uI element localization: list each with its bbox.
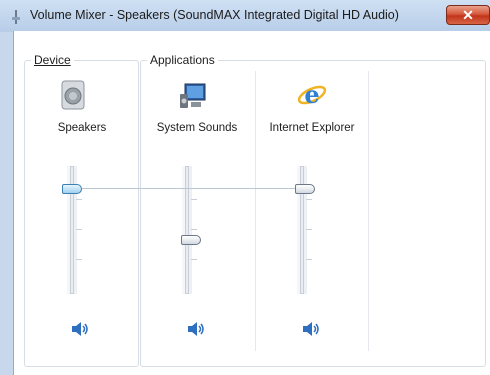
slider-tick	[306, 229, 312, 230]
mute-system-sounds-icon[interactable]	[186, 321, 206, 337]
channel-label-internet-explorer: Internet Explorer	[269, 122, 355, 134]
applications-group-label: Applications	[147, 53, 218, 67]
slider-tick	[306, 199, 312, 200]
volume-mixer-app-icon	[12, 10, 20, 24]
svg-text:e: e	[304, 80, 319, 109]
channel-label-system-sounds: System Sounds	[156, 122, 238, 134]
slider-tick	[76, 259, 82, 260]
volume-track-system-sounds[interactable]	[185, 166, 189, 294]
speaker-device-icon	[61, 80, 85, 110]
title-bar[interactable]: Volume Mixer - Speakers (SoundMAX Integr…	[0, 0, 490, 32]
column-separator	[368, 71, 369, 351]
volume-slider-thumb-internet-explorer[interactable]	[295, 184, 315, 195]
column-separator	[255, 71, 256, 351]
slider-tick	[306, 259, 312, 260]
mute-internet-explorer-icon[interactable]	[301, 321, 321, 337]
channel-label-speakers: Speakers	[57, 122, 107, 134]
close-button[interactable]: ✕	[446, 5, 490, 25]
window-title: Volume Mixer - Speakers (SoundMAX Integr…	[30, 8, 399, 22]
slider-tick	[191, 259, 197, 260]
mute-speakers-icon[interactable]	[70, 321, 90, 337]
device-group-label: Device	[31, 53, 74, 67]
internet-explorer-icon: e	[297, 80, 327, 109]
volume-slider-thumb-system-sounds[interactable]	[181, 235, 201, 246]
mixer-client-area: Device Applications e Speakers System So…	[13, 31, 490, 375]
slider-tick	[191, 229, 197, 230]
slider-tick	[191, 199, 197, 200]
system-sounds-icon	[180, 83, 206, 108]
slider-tick	[76, 199, 82, 200]
volume-mixer-window: Volume Mixer - Speakers (SoundMAX Integr…	[0, 0, 490, 375]
volume-slider-thumb-speakers[interactable]	[62, 184, 82, 195]
slider-tick	[76, 229, 82, 230]
master-level-line	[82, 188, 304, 189]
